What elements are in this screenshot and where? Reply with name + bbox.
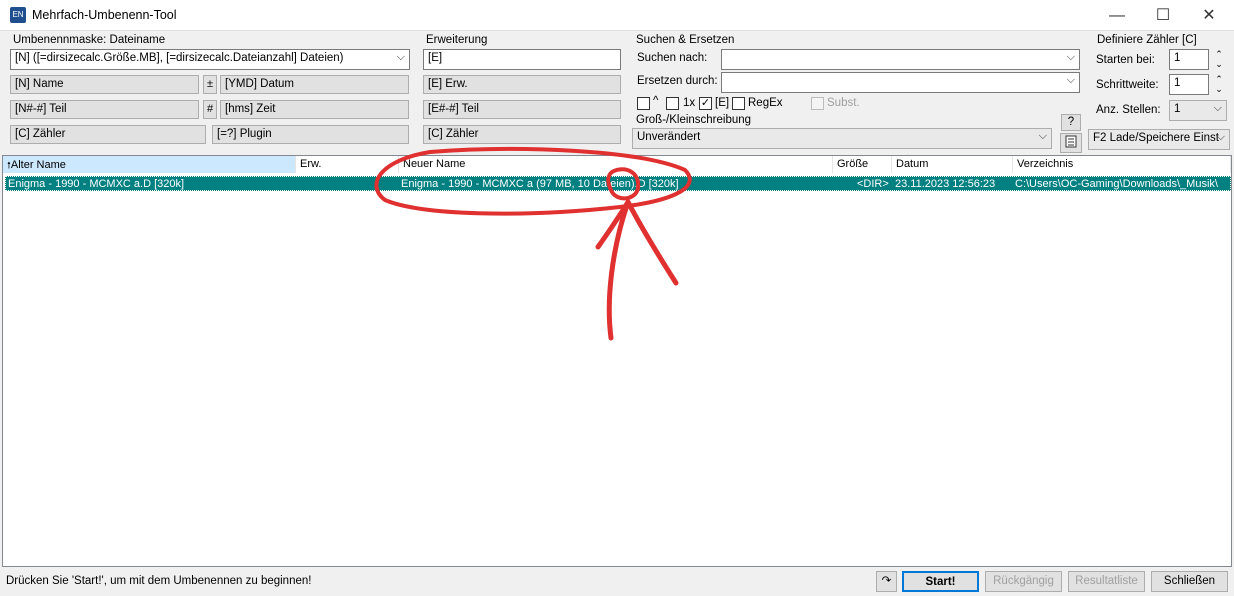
regex-checkbox[interactable] [732,97,745,110]
digits-value: 1 [1174,103,1181,115]
subst-checkbox[interactable] [811,97,824,110]
undo-button[interactable]: Rückgängig [985,571,1062,592]
extension-input[interactable]: [E] [423,49,621,70]
column-extension[interactable]: Erw. [296,156,399,173]
chevron-down-icon: ⌵ [1066,51,1075,63]
column-old-name[interactable]: 🠕Alter Name [3,156,296,173]
digits-combo[interactable]: 1 ⌵ [1169,100,1227,121]
extension-checkbox[interactable]: ✓ [699,97,712,110]
date-placeholder-button[interactable]: [YMD] Datum [220,75,409,94]
chevron-down-icon: ⌵ [1213,102,1222,114]
case-group-label: Groß-/Kleinschreibung [636,114,752,126]
file-list[interactable]: 🠕Alter Name Erw. Neuer Name Größe Datum … [2,155,1232,567]
case-value: Unverändert [637,131,701,143]
chevron-down-icon: ⌵ [1066,74,1075,86]
step-spinner[interactable]: ⌃ ⌄ [1212,74,1226,95]
plusminus-button[interactable]: ± [203,75,217,94]
date-cell: 23.11.2023 12:56:23 [895,178,996,190]
table-row[interactable]: Enigma - 1990 - MCMXC a.D [320k] Enigma … [5,176,1231,191]
old-name-cell: Enigma - 1990 - MCMXC a.D [320k] [8,178,185,190]
replace-label: Ersetzen durch: [637,75,718,87]
plugin-placeholder-button[interactable]: [=?] Plugin [212,125,409,144]
mask-value: [N] ([=dirsizecalc.Größe.MB], [=dirsizec… [15,52,344,64]
once-checkbox-label: 1x [683,97,696,109]
help-button[interactable]: ? [1061,114,1081,131]
regex-checkbox-label: RegEx [748,97,783,109]
name-placeholder-button[interactable]: [N] Name [10,75,199,94]
title-bar: EN Mehrfach-Umbenenn-Tool — ☐ ✕ [0,0,1234,31]
part-placeholder-button[interactable]: [N#-#] Teil [10,100,199,119]
directory-cell: C:\Users\OC-Gaming\Downloads\_Musik\ [1015,178,1218,190]
column-directory[interactable]: Verzeichnis [1013,156,1231,173]
app-icon: EN [10,7,26,23]
size-cell: <DIR> [857,178,889,190]
extension-part-button[interactable]: [E#-#] Teil [423,100,621,119]
load-save-value: F2 Lade/Speichere Einst [1093,132,1219,144]
step-label: Schrittweite: [1096,79,1159,91]
new-name-cell: Enigma - 1990 - MCMXC a (97 MB, 10 Datei… [401,178,679,190]
mask-group-label: Umbenennmaske: Dateiname [13,34,166,46]
load-save-combo[interactable]: F2 Lade/Speichere Einst ⌵ [1088,129,1230,150]
extension-checkbox-label: [E] [715,97,730,109]
document-icon [1065,135,1077,148]
redo-icon[interactable]: ↷ [876,571,897,592]
start-input[interactable]: 1 [1169,49,1209,70]
extension-counter-button[interactable]: [C] Zähler [423,125,621,144]
case-combo[interactable]: Unverändert ⌵ [632,128,1052,149]
close-window-button[interactable]: ✕ [1186,0,1232,31]
counter-group-label: Definiere Zähler [C] [1097,34,1197,46]
start-button[interactable]: Start! [902,571,979,592]
mask-combo[interactable]: [N] ([=dirsizecalc.Größe.MB], [=dirsizec… [10,49,410,70]
digits-label: Anz. Stellen: [1096,104,1161,116]
start-spinner[interactable]: ⌃ ⌄ [1212,49,1226,70]
once-checkbox[interactable] [666,97,679,110]
time-placeholder-button[interactable]: [hms] Zeit [220,100,409,119]
chevron-down-icon: ⌵ [396,51,405,63]
close-button[interactable]: Schließen [1151,571,1228,592]
chevron-down-icon: ⌵ [1216,131,1225,143]
chevron-down-icon: ⌵ [1038,130,1047,142]
extension-placeholder-button[interactable]: [E] Erw. [423,75,621,94]
column-new-name[interactable]: Neuer Name [399,156,833,173]
find-label: Suchen nach: [637,52,708,64]
status-text: Drücken Sie 'Start!', um mit dem Umbenen… [6,575,312,587]
replace-combo[interactable]: ⌵ [721,72,1080,93]
counter-placeholder-button[interactable]: [C] Zähler [10,125,206,144]
caret-checkbox[interactable] [637,97,650,110]
hash-button[interactable]: # [203,100,217,119]
maximize-button[interactable]: ☐ [1140,0,1186,31]
step-input[interactable]: 1 [1169,74,1209,95]
edit-list-button[interactable] [1060,133,1082,153]
minimize-button[interactable]: — [1094,0,1140,31]
extension-group-label: Erweiterung [426,34,488,46]
column-date[interactable]: Datum [892,156,1013,173]
caret-checkbox-label: ^ [653,95,659,107]
subst-checkbox-label: Subst. [827,97,860,109]
window-title: Mehrfach-Umbenenn-Tool [32,8,177,22]
start-label: Starten bei: [1096,54,1155,66]
results-button[interactable]: Resultatliste [1068,571,1145,592]
search-group-label: Suchen & Ersetzen [636,34,735,46]
find-combo[interactable]: ⌵ [721,49,1080,70]
column-size[interactable]: Größe [833,156,892,173]
